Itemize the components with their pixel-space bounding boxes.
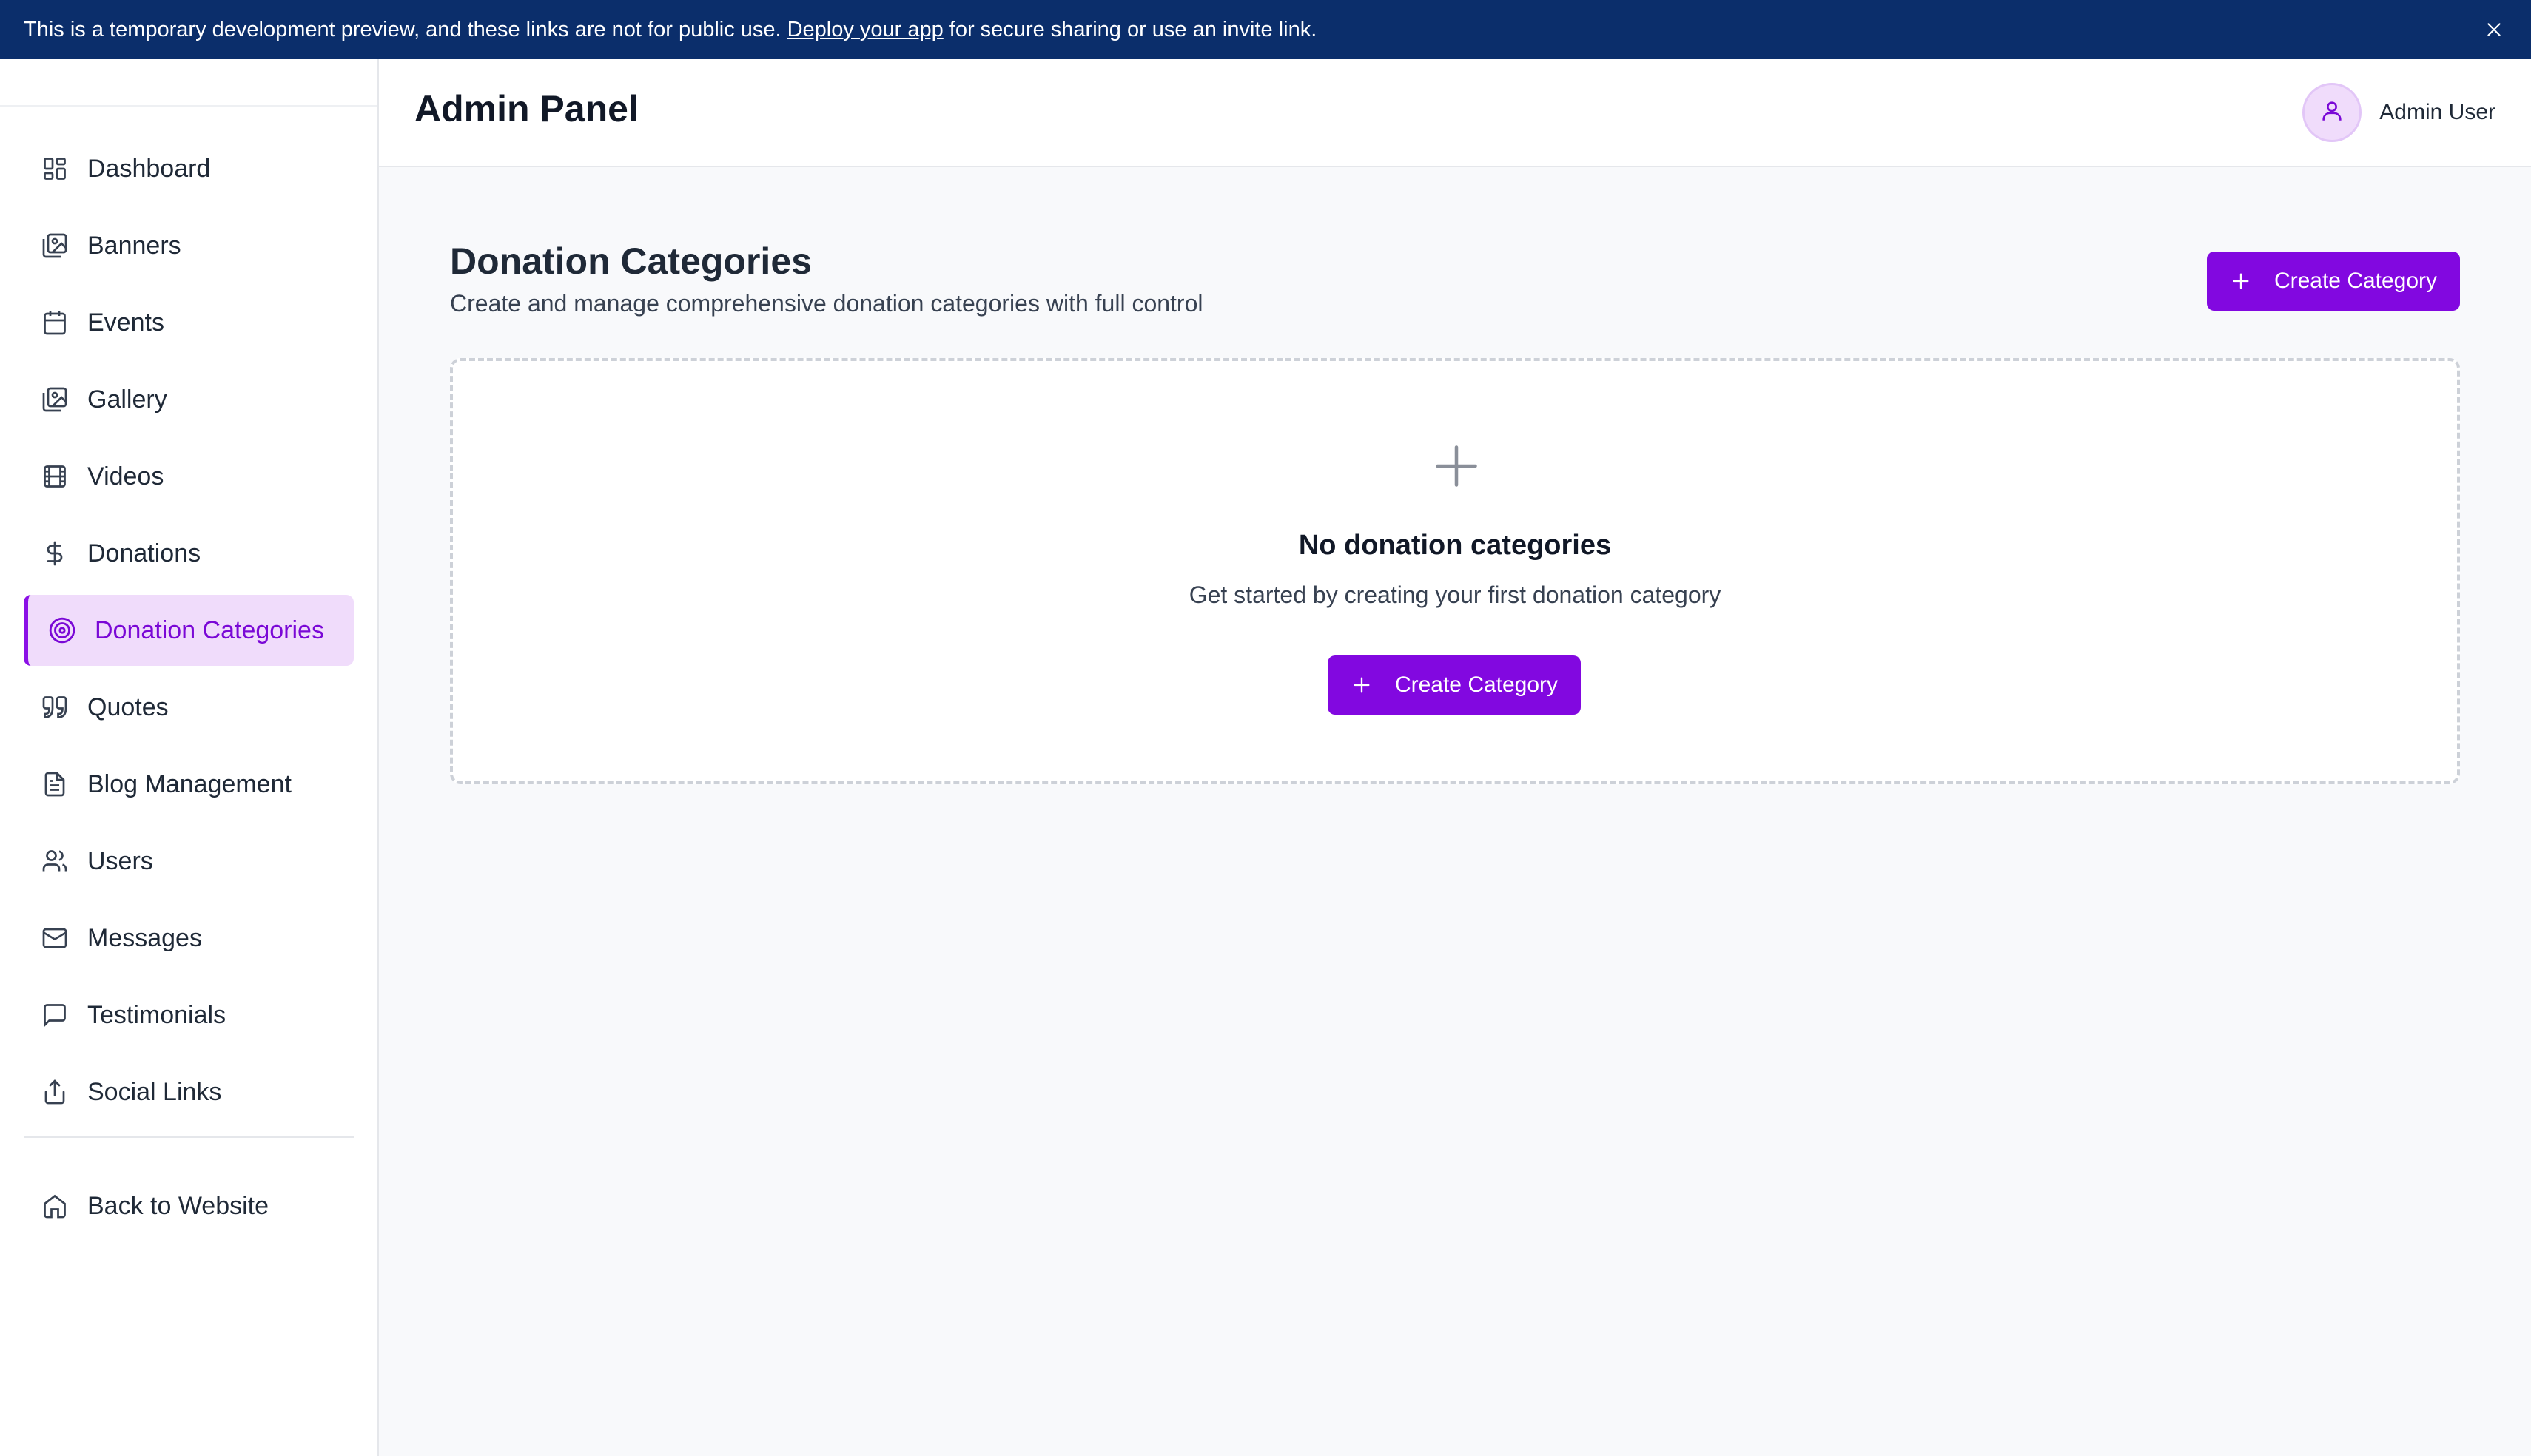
- sidebar-item-videos[interactable]: Videos: [24, 441, 354, 512]
- sidebar-item-label: Messages: [87, 923, 202, 952]
- plus-icon: [1431, 441, 1482, 491]
- sidebar: Dashboard Banners Events Gallery Videos: [0, 59, 379, 1456]
- sidebar-item-label: Blog Management: [87, 769, 292, 798]
- dollar-icon: [40, 539, 70, 568]
- sidebar-item-label: Dashboard: [87, 154, 211, 183]
- dashboard-icon: [40, 154, 70, 183]
- sidebar-separator: [24, 1136, 354, 1138]
- users-icon: [40, 846, 70, 876]
- top-header: Admin Panel Admin User: [379, 59, 2531, 167]
- user-icon: [2319, 98, 2345, 127]
- sidebar-item-label: Banners: [87, 231, 181, 260]
- user-name: Admin User: [2379, 100, 2495, 124]
- gallery-icon: [40, 385, 70, 414]
- user-menu[interactable]: Admin User: [2302, 83, 2495, 142]
- sidebar-item-label: Testimonials: [87, 1000, 226, 1029]
- sidebar-item-users[interactable]: Users: [24, 826, 354, 897]
- back-to-website-link[interactable]: Back to Website: [24, 1170, 354, 1241]
- close-icon[interactable]: [2478, 13, 2510, 46]
- sidebar-item-gallery[interactable]: Gallery: [24, 364, 354, 435]
- target-icon: [47, 616, 77, 645]
- main-content: Donation Categories Create and manage co…: [379, 167, 2531, 1456]
- plus-icon: [2230, 270, 2252, 292]
- sidebar-divider: [0, 105, 377, 107]
- sidebar-nav: Dashboard Banners Events Gallery Videos: [24, 133, 354, 1247]
- preview-banner: This is a temporary development preview,…: [0, 0, 2531, 59]
- create-category-empty-button[interactable]: Create Category: [1328, 655, 1581, 715]
- app-title: Admin Panel: [414, 88, 639, 129]
- banner-text: This is a temporary development preview,…: [24, 17, 782, 41]
- sidebar-item-label: Back to Website: [87, 1191, 269, 1220]
- sidebar-item-dashboard[interactable]: Dashboard: [24, 133, 354, 204]
- message-square-icon: [40, 1000, 70, 1030]
- sidebar-item-label: Users: [87, 846, 153, 875]
- page-title: Donation Categories: [450, 240, 812, 282]
- sidebar-item-messages[interactable]: Messages: [24, 903, 354, 974]
- avatar: [2302, 83, 2362, 142]
- image-icon: [40, 231, 70, 260]
- create-category-button[interactable]: Create Category: [2207, 252, 2460, 311]
- create-category-label: Create Category: [2273, 269, 2438, 293]
- document-icon: [40, 769, 70, 799]
- sidebar-item-label: Events: [87, 308, 164, 337]
- page-subtitle: Create and manage comprehensive donation…: [450, 290, 1203, 317]
- sidebar-item-label: Donation Categories: [95, 616, 324, 644]
- sidebar-item-donation-categories[interactable]: Donation Categories: [24, 595, 354, 666]
- sidebar-item-donations[interactable]: Donations: [24, 518, 354, 589]
- sidebar-item-banners[interactable]: Banners: [24, 210, 354, 281]
- sidebar-item-label: Gallery: [87, 385, 167, 414]
- plus-icon: [1351, 674, 1373, 696]
- empty-state-subtitle: Get started by creating your first donat…: [1189, 582, 1721, 608]
- empty-state: No donation categories Get started by cr…: [450, 358, 2460, 784]
- sidebar-item-label: Quotes: [87, 692, 169, 721]
- sidebar-item-social-links[interactable]: Social Links: [24, 1056, 354, 1128]
- empty-state-title: No donation categories: [1298, 530, 1612, 561]
- quote-icon: [40, 692, 70, 722]
- sidebar-item-events[interactable]: Events: [24, 287, 354, 358]
- calendar-icon: [40, 308, 70, 337]
- sidebar-item-quotes[interactable]: Quotes: [24, 672, 354, 743]
- deploy-app-link[interactable]: Deploy your app: [787, 18, 944, 42]
- share-icon: [40, 1077, 70, 1107]
- sidebar-item-label: Social Links: [87, 1077, 222, 1106]
- sidebar-item-label: Videos: [87, 462, 164, 491]
- sidebar-item-label: Donations: [87, 539, 201, 567]
- film-icon: [40, 462, 70, 491]
- sidebar-item-blog-management[interactable]: Blog Management: [24, 749, 354, 820]
- create-category-label: Create Category: [1394, 673, 1559, 697]
- home-icon: [40, 1191, 70, 1221]
- sidebar-item-testimonials[interactable]: Testimonials: [24, 980, 354, 1051]
- banner-text-after: for secure sharing or use an invite link…: [949, 17, 1317, 41]
- mail-icon: [40, 923, 70, 953]
